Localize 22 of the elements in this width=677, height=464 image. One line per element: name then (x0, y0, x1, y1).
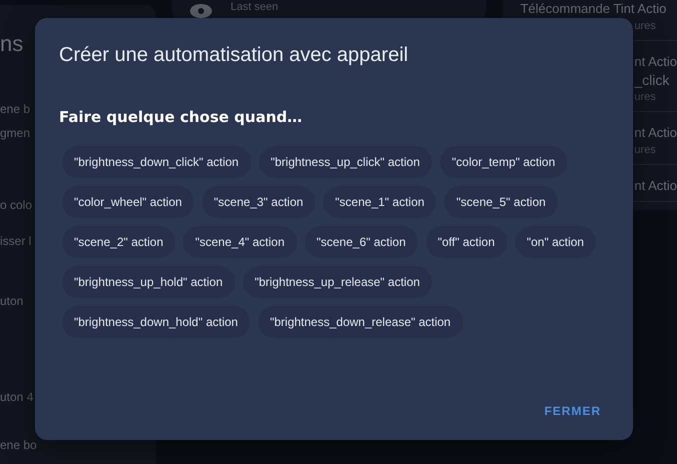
trigger-chip[interactable]: "scene_4" action (183, 226, 296, 258)
panel-title: ns (0, 31, 24, 57)
trigger-chip[interactable]: "brightness_up_click" action (258, 146, 432, 178)
last-seen-label: Last seen (230, 1, 278, 13)
trigger-chip[interactable]: "color_wheel" action (62, 186, 194, 218)
trigger-chip[interactable]: "brightness_down_click" action (62, 146, 251, 178)
trigger-chip[interactable]: "brightness_up_release" action (242, 266, 432, 298)
item-title: _click (634, 71, 670, 89)
trigger-chip[interactable]: "scene_6" action (304, 226, 418, 258)
section-heading: Faire quelque chose quand… (59, 108, 302, 126)
trigger-chip[interactable]: "brightness_down_hold" action (62, 306, 250, 338)
trigger-chip[interactable]: "on" action (514, 226, 596, 258)
trigger-chip[interactable]: "scene_3" action (202, 186, 316, 218)
trigger-chip[interactable]: "off" action (426, 226, 507, 258)
trigger-chip[interactable]: "brightness_up_hold" action (62, 266, 235, 298)
close-button[interactable]: FERMER (536, 396, 609, 426)
trigger-chip[interactable]: "brightness_down_release" action (258, 306, 463, 338)
dialog-title: Créer une automatisation avec appareil (59, 43, 408, 68)
trigger-chip[interactable]: "color_temp" action (440, 146, 568, 178)
trigger-chip[interactable]: "scene_5" action (444, 186, 558, 218)
trigger-chip[interactable]: "scene_2" action (62, 226, 176, 258)
trigger-chip[interactable]: "scene_1" action (323, 186, 436, 218)
